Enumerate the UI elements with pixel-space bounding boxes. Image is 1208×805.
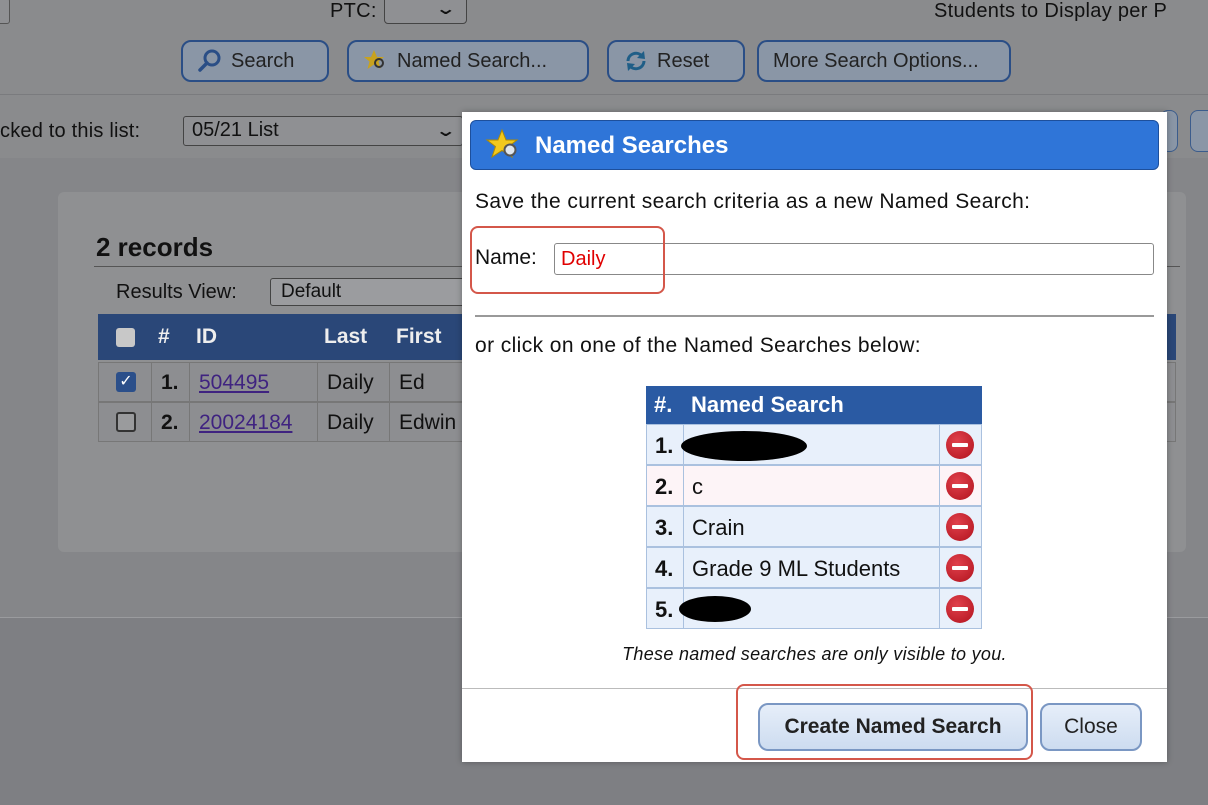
- list-select-value: 05/21 List: [192, 119, 279, 141]
- reset-button-label: Reset: [657, 49, 710, 72]
- delete-icon[interactable]: [946, 431, 974, 459]
- cut-off-input[interactable]: [0, 0, 10, 24]
- results-view-value: Default: [281, 281, 342, 302]
- reset-button[interactable]: Reset: [607, 40, 745, 82]
- first-name: Edwin: [399, 411, 457, 434]
- chevron-down-icon: ⌄: [434, 1, 457, 18]
- col-first[interactable]: First: [396, 325, 442, 349]
- cell-divider: [939, 425, 940, 464]
- named-searches-header: #. Named Search: [646, 386, 982, 424]
- or-prompt: or click on one of the Named Searches be…: [475, 334, 921, 357]
- search-button-label: Search: [231, 49, 295, 72]
- delete-icon[interactable]: [946, 472, 974, 500]
- header-num: #.: [654, 392, 673, 417]
- ptc-select[interactable]: ⌄: [384, 0, 467, 24]
- cell-divider: [317, 403, 318, 441]
- row-number: 2.: [655, 474, 674, 499]
- cell-divider: [189, 363, 190, 401]
- create-named-search-button[interactable]: Create Named Search: [758, 703, 1028, 751]
- cell-divider: [389, 363, 390, 401]
- dialog-title-bar[interactable]: Named Searches: [470, 120, 1159, 170]
- list-select[interactable]: 05/21 List ⌄: [183, 116, 463, 146]
- delete-icon[interactable]: [946, 554, 974, 582]
- header-separator: [0, 94, 1208, 95]
- student-id-link[interactable]: 504495: [199, 371, 269, 395]
- students-per-page-label: Students to Display per P: [934, 0, 1168, 22]
- star-search-icon: [364, 50, 384, 69]
- star-search-icon: [485, 128, 519, 159]
- more-search-options-label: More Search Options...: [773, 49, 979, 72]
- row-checkbox[interactable]: ✓: [116, 372, 136, 392]
- cell-divider: [939, 466, 940, 505]
- row-number: 3.: [655, 515, 674, 540]
- first-name: Ed: [399, 371, 425, 394]
- locked-list-label: cked to this list:: [0, 120, 141, 142]
- named-search-row[interactable]: 2. c: [646, 465, 982, 506]
- student-id-link[interactable]: 20024184: [199, 411, 292, 435]
- dialog-title: Named Searches: [535, 132, 729, 159]
- row-number: 2.: [161, 411, 179, 434]
- records-count: 2 records: [96, 232, 214, 262]
- row-checkbox[interactable]: [116, 412, 136, 432]
- cell-divider: [683, 507, 684, 546]
- col-last[interactable]: Last: [324, 325, 367, 349]
- row-number: 5.: [655, 597, 674, 622]
- search-icon: [198, 49, 221, 72]
- last-name: Daily: [327, 411, 374, 434]
- named-search-row[interactable]: 3. Crain: [646, 506, 982, 547]
- cell-divider: [683, 548, 684, 587]
- redacted-name[interactable]: [681, 431, 807, 461]
- toolbar-button[interactable]: [1190, 110, 1208, 152]
- cell-divider: [939, 589, 940, 628]
- named-search-row[interactable]: 1.: [646, 424, 982, 465]
- cell-divider: [189, 403, 190, 441]
- named-search-link[interactable]: c: [692, 474, 703, 500]
- chevron-down-icon: ⌄: [434, 123, 457, 140]
- visibility-note: These named searches are only visible to…: [622, 644, 1007, 664]
- row-number: 1.: [161, 371, 179, 394]
- cell-divider: [939, 548, 940, 587]
- named-searches-dialog: Named Searches Save the current search c…: [462, 112, 1167, 762]
- named-search-link[interactable]: Crain: [692, 515, 745, 541]
- row-number: 4.: [655, 556, 674, 581]
- save-prompt: Save the current search criteria as a ne…: [475, 190, 1031, 213]
- redacted-name[interactable]: [679, 596, 751, 622]
- named-search-button-label: Named Search...: [397, 49, 548, 72]
- results-view-select[interactable]: Default: [270, 278, 470, 306]
- named-search-button[interactable]: Named Search...: [347, 40, 589, 82]
- delete-icon[interactable]: [946, 513, 974, 541]
- row-number: 1.: [655, 433, 674, 458]
- last-name: Daily: [327, 371, 374, 394]
- select-all-checkbox[interactable]: [116, 328, 135, 347]
- refresh-icon: [626, 51, 646, 71]
- cell-divider: [151, 403, 152, 441]
- named-search-link[interactable]: Grade 9 ML Students: [692, 556, 900, 582]
- close-button[interactable]: Close: [1040, 703, 1142, 751]
- search-button[interactable]: Search: [181, 40, 329, 82]
- named-search-row[interactable]: 5.: [646, 588, 982, 629]
- more-search-options-button[interactable]: More Search Options...: [757, 40, 1011, 82]
- ptc-label: PTC:: [330, 0, 377, 22]
- dialog-divider: [475, 315, 1154, 317]
- cell-divider: [389, 403, 390, 441]
- cell-divider: [317, 363, 318, 401]
- header-name: Named Search: [691, 392, 844, 417]
- cell-divider: [151, 363, 152, 401]
- cell-divider: [939, 507, 940, 546]
- named-search-row[interactable]: 4. Grade 9 ML Students: [646, 547, 982, 588]
- delete-icon[interactable]: [946, 595, 974, 623]
- col-num: #: [158, 325, 170, 348]
- col-id[interactable]: ID: [196, 325, 217, 349]
- results-view-label: Results View:: [116, 281, 237, 303]
- highlight-name-field: [470, 226, 665, 294]
- cell-divider: [683, 466, 684, 505]
